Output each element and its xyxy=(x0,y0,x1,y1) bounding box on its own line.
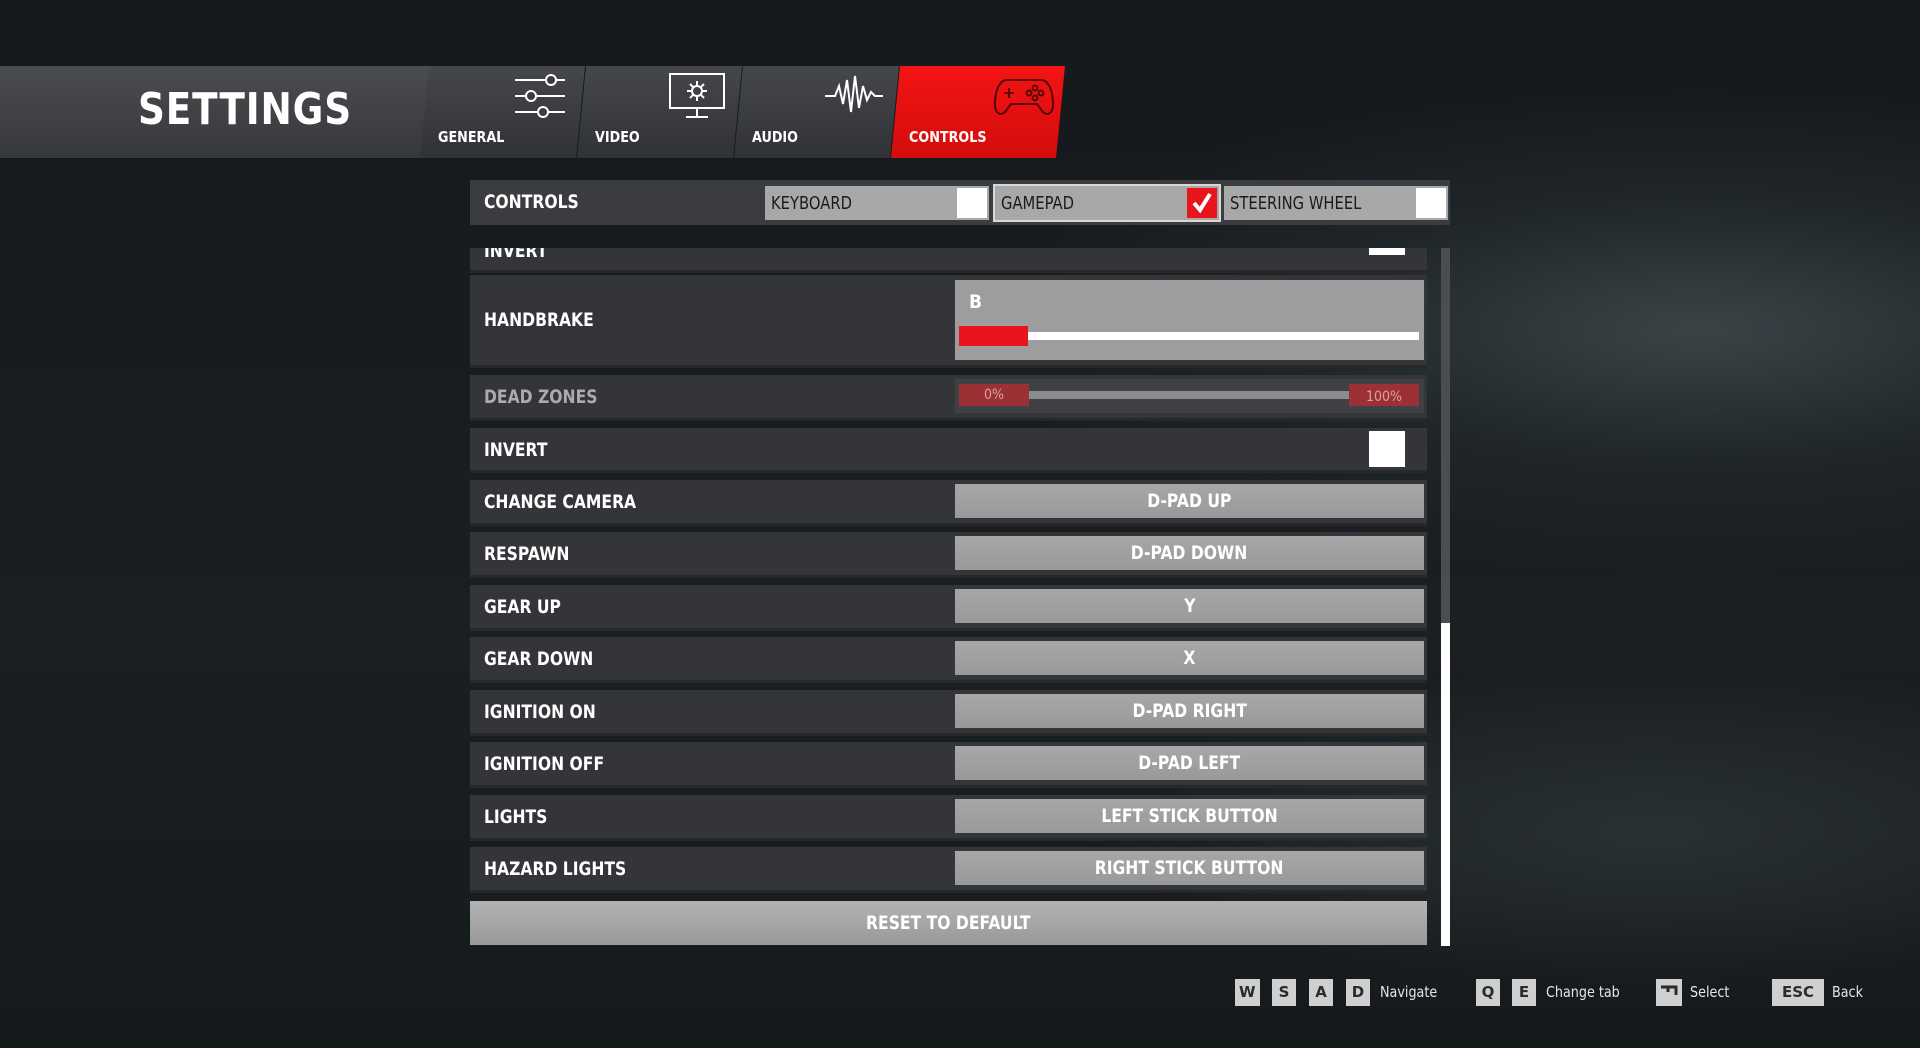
list-item-gear-up[interactable]: GEAR UP Y xyxy=(470,585,1427,631)
row-label: INVERT xyxy=(484,248,548,262)
bindings-list: INVERT HANDBRAKE B DEAD ZONES 0% 100% IN… xyxy=(470,248,1428,950)
list-item-change-camera[interactable]: CHANGE CAMERA D-PAD UP xyxy=(470,480,1427,526)
monitor-gear-icon xyxy=(666,72,728,120)
key-s: S xyxy=(1272,979,1296,1006)
row-label: IGNITION ON xyxy=(484,701,596,723)
scrollbar-thumb[interactable] xyxy=(1441,623,1450,946)
binding-value: X xyxy=(1183,647,1196,669)
row-label: HANDBRAKE xyxy=(484,309,594,331)
enter-key-icon xyxy=(1656,979,1682,1006)
row-label: INVERT xyxy=(484,439,548,461)
input-hints: W S A D Navigate Q E Change tab Select E… xyxy=(0,979,1920,1009)
binding-button[interactable]: RIGHT STICK BUTTON xyxy=(955,851,1424,885)
row-label: HAZARD LIGHTS xyxy=(484,858,627,880)
page-title: SETTINGS xyxy=(138,84,353,135)
binding-button[interactable]: Y xyxy=(955,589,1424,623)
key-d: D xyxy=(1346,979,1370,1006)
tab-audio[interactable]: AUDIO xyxy=(734,66,899,158)
handbrake-binding: B xyxy=(969,291,983,313)
list-item-respawn[interactable]: RESPAWN D-PAD DOWN xyxy=(470,532,1427,578)
binding-value: D-PAD LEFT xyxy=(1138,752,1241,774)
binding-value: RIGHT STICK BUTTON xyxy=(1095,857,1284,879)
row-label: LIGHTS xyxy=(484,806,548,828)
settings-header: SETTINGS GENERAL VIDEO AUDIO CONTROLS xyxy=(0,66,1065,158)
binding-button[interactable]: LEFT STICK BUTTON xyxy=(955,799,1424,833)
controls-bar-label: CONTROLS xyxy=(484,191,579,213)
binding-button[interactable]: D-PAD LEFT xyxy=(955,746,1424,780)
tab-controls-label: CONTROLS xyxy=(909,128,987,146)
row-label: GEAR DOWN xyxy=(484,648,594,670)
waveform-icon xyxy=(823,72,885,120)
key-q: Q xyxy=(1476,979,1500,1006)
tab-general[interactable]: GENERAL xyxy=(420,66,585,158)
list-item-ignition-off[interactable]: IGNITION OFF D-PAD LEFT xyxy=(470,742,1427,788)
binding-value: D-PAD RIGHT xyxy=(1132,700,1247,722)
title-bar: SETTINGS xyxy=(0,66,430,158)
gamepad-icon xyxy=(993,72,1055,120)
list-item-gear-down[interactable]: GEAR DOWN X xyxy=(470,637,1427,683)
dead-zones-max-handle[interactable]: 100% xyxy=(1349,384,1419,406)
key-e: E xyxy=(1512,979,1536,1006)
gamepad-checkbox[interactable] xyxy=(1187,188,1217,218)
binding-value: Y xyxy=(1183,595,1196,617)
device-keyboard[interactable]: KEYBOARD xyxy=(765,186,989,220)
sliders-icon xyxy=(509,72,571,120)
handbrake-binding-panel[interactable]: B xyxy=(955,280,1424,360)
navigate-hint: Navigate xyxy=(1380,983,1438,1001)
tab-video[interactable]: VIDEO xyxy=(577,66,742,158)
list-item-invert[interactable]: INVERT xyxy=(470,428,1427,473)
tab-general-label: GENERAL xyxy=(438,128,505,146)
invert-checkbox[interactable] xyxy=(1369,248,1405,255)
binding-button[interactable]: D-PAD RIGHT xyxy=(955,694,1424,728)
row-label: DEAD ZONES xyxy=(484,386,598,408)
key-esc: ESC xyxy=(1772,979,1824,1006)
list-item-hazard-lights[interactable]: HAZARD LIGHTS RIGHT STICK BUTTON xyxy=(470,847,1427,893)
list-item-ignition-on[interactable]: IGNITION ON D-PAD RIGHT xyxy=(470,690,1427,736)
steering-wheel-checkbox[interactable] xyxy=(1416,188,1446,218)
dead-zones-min-handle[interactable]: 0% xyxy=(959,384,1029,406)
select-hint: Select xyxy=(1690,983,1730,1001)
key-w: W xyxy=(1235,979,1260,1006)
tab-controls[interactable]: CONTROLS xyxy=(891,66,1065,158)
row-label: IGNITION OFF xyxy=(484,753,605,775)
row-label: RESPAWN xyxy=(484,543,570,565)
binding-value: D-PAD UP xyxy=(1147,490,1232,512)
list-item-invert-partial[interactable]: INVERT xyxy=(470,248,1427,273)
reset-to-default-button[interactable]: RESET TO DEFAULT xyxy=(470,901,1427,945)
scrollbar[interactable] xyxy=(1441,248,1450,946)
key-a: A xyxy=(1309,979,1333,1006)
reset-label: RESET TO DEFAULT xyxy=(866,912,1031,934)
invert-checkbox[interactable] xyxy=(1369,431,1405,467)
handbrake-level-bar xyxy=(959,326,1419,346)
binding-button[interactable]: D-PAD DOWN xyxy=(955,536,1424,570)
back-hint: Back xyxy=(1832,983,1863,1001)
list-item-lights[interactable]: LIGHTS LEFT STICK BUTTON xyxy=(470,795,1427,841)
controls-device-bar: CONTROLS KEYBOARD GAMEPAD STEERING WHEEL xyxy=(470,180,1450,225)
binding-value: LEFT STICK BUTTON xyxy=(1101,805,1278,827)
binding-value: D-PAD DOWN xyxy=(1131,542,1248,564)
binding-button[interactable]: D-PAD UP xyxy=(955,484,1424,518)
device-gamepad-label: GAMEPAD xyxy=(1001,193,1075,214)
change-tab-hint: Change tab xyxy=(1546,983,1620,1001)
binding-button[interactable]: X xyxy=(955,641,1424,675)
row-label: GEAR UP xyxy=(484,596,561,618)
dead-zones-slider[interactable]: 0% 100% xyxy=(955,379,1424,413)
checkmark-icon xyxy=(1192,192,1212,214)
device-steering-wheel[interactable]: STEERING WHEEL xyxy=(1224,186,1448,220)
list-item-dead-zones[interactable]: DEAD ZONES 0% 100% xyxy=(470,375,1427,421)
tab-audio-label: AUDIO xyxy=(752,128,799,146)
tab-video-label: VIDEO xyxy=(595,128,640,146)
device-steering-wheel-label: STEERING WHEEL xyxy=(1230,193,1362,214)
device-keyboard-label: KEYBOARD xyxy=(771,193,852,214)
list-item-handbrake[interactable]: HANDBRAKE B xyxy=(470,275,1427,368)
device-gamepad[interactable]: GAMEPAD xyxy=(993,184,1221,222)
handbrake-level-fill xyxy=(959,326,1028,346)
keyboard-checkbox[interactable] xyxy=(957,188,987,218)
row-label: CHANGE CAMERA xyxy=(484,491,637,513)
